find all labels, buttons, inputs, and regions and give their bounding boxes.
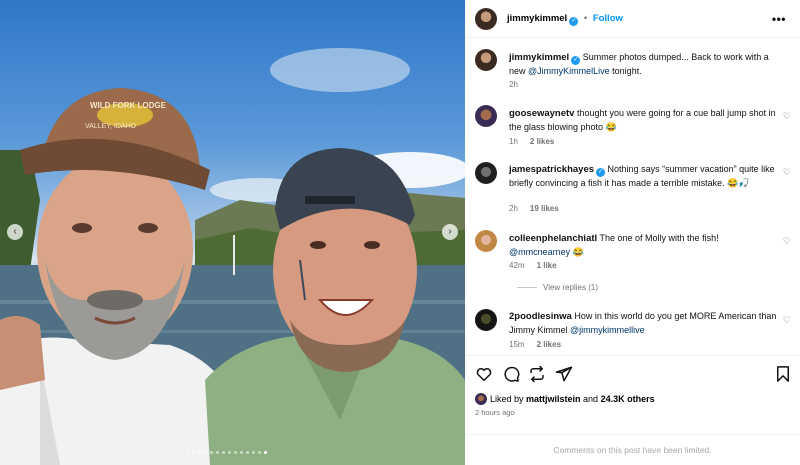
carousel-dot [240, 451, 243, 454]
comment-likes[interactable]: 2 likes [530, 137, 554, 146]
commenter-avatar[interactable] [475, 162, 497, 184]
comment-timestamp: 42m [509, 261, 525, 270]
follow-button[interactable]: Follow [593, 13, 623, 24]
liked-by-and: and [580, 394, 601, 404]
post-header: jimmykimmel ✓ • Follow ••• [465, 0, 800, 38]
chevron-left-icon[interactable]: ‹ [7, 224, 23, 240]
carousel-dot [216, 451, 219, 454]
comment-likes[interactable]: 1 like [537, 261, 557, 270]
post-actions-bar: Liked by mattjwilstein and 24.3K others … [465, 355, 800, 465]
comment-mention-link[interactable]: @mmcnearney [509, 247, 570, 257]
commenter-username[interactable]: colleenphelanchiatl [509, 233, 597, 244]
carousel-dot [228, 451, 231, 454]
comment-likes[interactable]: 2 likes [537, 340, 561, 349]
commenter-username[interactable]: 2poodlesinwa [509, 311, 572, 322]
carousel-dot [258, 451, 261, 454]
commenter-username[interactable]: goosewaynetv [509, 108, 574, 119]
caption-author-avatar[interactable] [475, 49, 497, 71]
heart-icon[interactable]: ♡ [783, 236, 791, 247]
comment-text: The one of Molly with the fish! [599, 233, 719, 243]
view-replies-link[interactable]: View replies (1) [517, 283, 598, 292]
author-avatar[interactable] [475, 8, 497, 30]
commenter-avatar[interactable] [475, 309, 497, 331]
heart-icon[interactable]: ♡ [783, 167, 791, 178]
comment-likes[interactable]: 19 likes [530, 204, 559, 213]
separator-dot: • [583, 13, 588, 24]
liked-by-user-link[interactable]: mattjwilstein [526, 394, 581, 404]
caption-mention-link[interactable]: @JimmyKimmelLive [528, 66, 610, 76]
commenter-avatar[interactable] [475, 230, 497, 252]
caption-timestamp: 2h [509, 80, 518, 89]
caption-username[interactable]: jimmykimmel [509, 52, 569, 63]
verified-badge-icon: ✓ [596, 168, 606, 177]
comment-text-end: 😂 [570, 246, 584, 257]
carousel-dots [186, 451, 267, 454]
repost-icon[interactable] [528, 365, 546, 383]
verified-badge-icon: ✓ [569, 17, 579, 26]
carousel-dot [222, 451, 225, 454]
comment-timestamp: 2h [509, 204, 518, 213]
comment-mention-link[interactable]: @jimmykimmellive [570, 325, 645, 335]
carousel-dot [246, 451, 249, 454]
comment-timestamp: 15m [509, 340, 525, 349]
selfie-photo-illustration: WILD FORK LODGE VALLEY, IDAHO [0, 48, 465, 465]
liked-by-text: Liked by mattjwilstein and 24.3K others [490, 394, 655, 404]
verified-badge-icon: ✓ [571, 56, 581, 65]
post-photo[interactable]: WILD FORK LODGE VALLEY, IDAHO ‹ › [0, 0, 465, 465]
heart-icon[interactable]: ♡ [783, 315, 791, 326]
author-username[interactable]: jimmykimmel [507, 13, 567, 24]
commenter-username[interactable]: jamespatrickhayes [509, 164, 594, 175]
likes-count-link[interactable]: 24.3K others [601, 394, 655, 404]
carousel-dot [234, 451, 237, 454]
carousel-dot [210, 451, 213, 454]
carousel-dot [264, 451, 267, 454]
more-options-icon[interactable]: ••• [772, 12, 786, 26]
comment-icon[interactable] [502, 365, 520, 383]
carousel-dot [204, 451, 207, 454]
carousel-dot [198, 451, 201, 454]
bookmark-icon[interactable] [774, 365, 792, 383]
cap-logo-text: WILD FORK LODGE [90, 101, 167, 110]
heart-icon[interactable] [475, 365, 493, 383]
chevron-right-icon[interactable]: › [442, 224, 458, 240]
comment-timestamp: 1h [509, 137, 518, 146]
heart-icon[interactable]: ♡ [783, 111, 791, 122]
commenter-avatar[interactable] [475, 105, 497, 127]
cap-logo-subtext: VALLEY, IDAHO [85, 123, 137, 130]
liked-by-prefix: Liked by [490, 394, 527, 404]
carousel-dot [192, 451, 195, 454]
post-timestamp: 2 hours ago [475, 408, 515, 417]
post-side-panel: jimmykimmel ✓ • Follow ••• jimmykimmel ✓ S… [465, 0, 800, 465]
caption-text-end: tonight. [609, 66, 642, 76]
carousel-dot [186, 451, 189, 454]
carousel-dot [252, 451, 255, 454]
liked-by-avatar[interactable] [475, 393, 487, 405]
comments-limited-notice: Comments on this post have been limited. [465, 434, 800, 465]
share-icon[interactable] [555, 365, 573, 383]
